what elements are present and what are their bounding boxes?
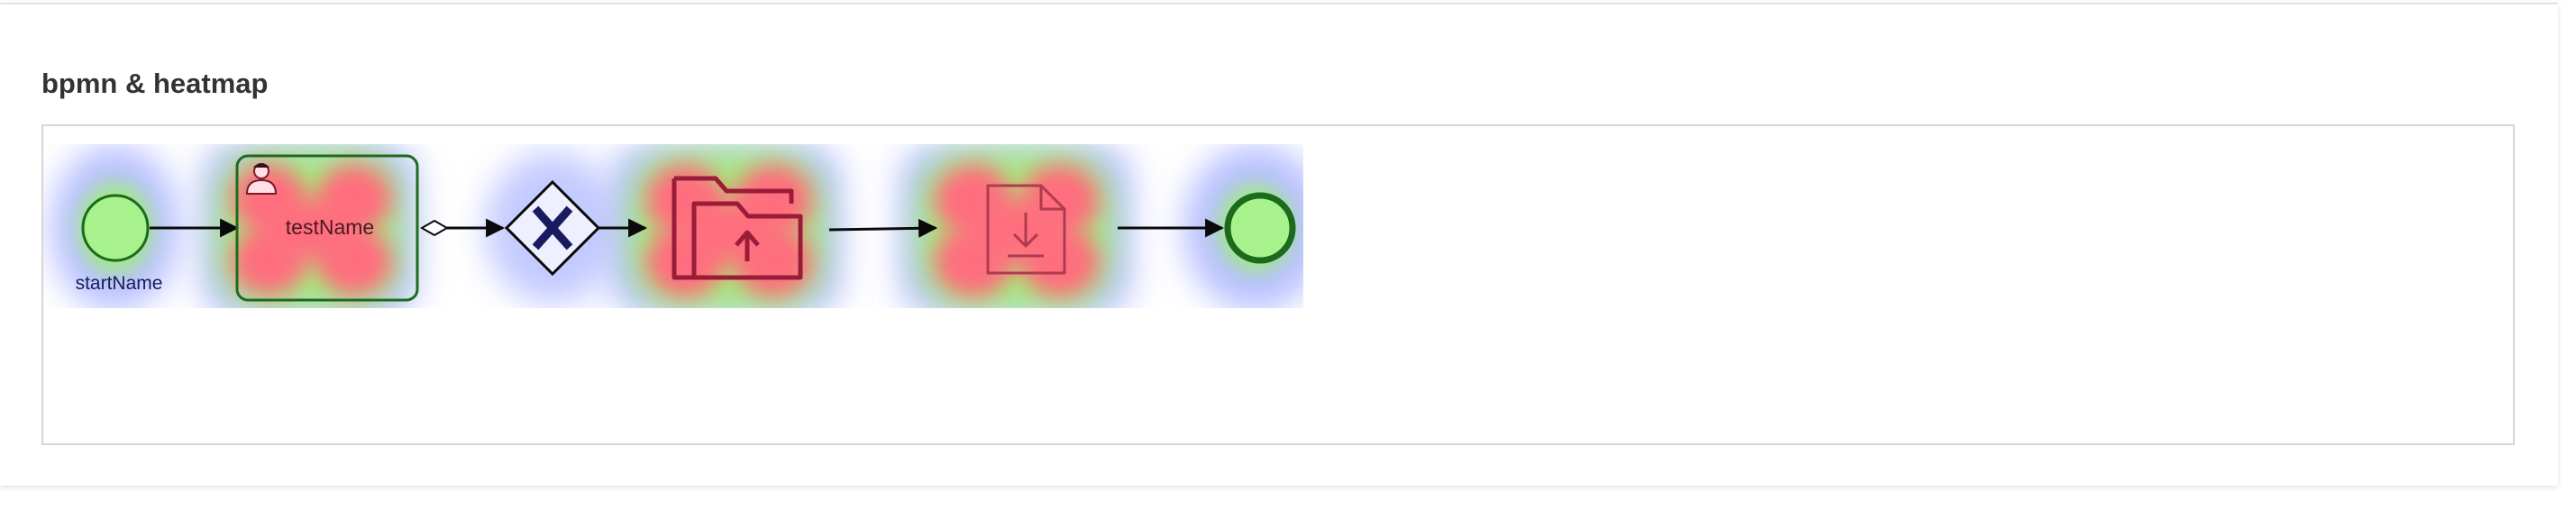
default-flow-marker xyxy=(419,219,450,237)
start-event-label: startName xyxy=(76,273,163,294)
bpmn-canvas: startName testName xyxy=(41,124,2515,445)
heatmap-layer xyxy=(50,144,1303,308)
bpmn-diagram: startName testName xyxy=(50,144,1303,308)
start-event[interactable] xyxy=(81,194,150,262)
heat-upload-task xyxy=(609,144,842,308)
user-task-label: testName xyxy=(286,215,374,239)
card-title: bpmn & heatmap xyxy=(41,68,269,99)
flow-upload-to-download[interactable] xyxy=(828,218,938,238)
end-event[interactable] xyxy=(1224,192,1296,264)
heat-download-task xyxy=(900,144,1132,308)
bpmn-heatmap-card: bpmn & heatmap startName testName xyxy=(0,3,2558,486)
